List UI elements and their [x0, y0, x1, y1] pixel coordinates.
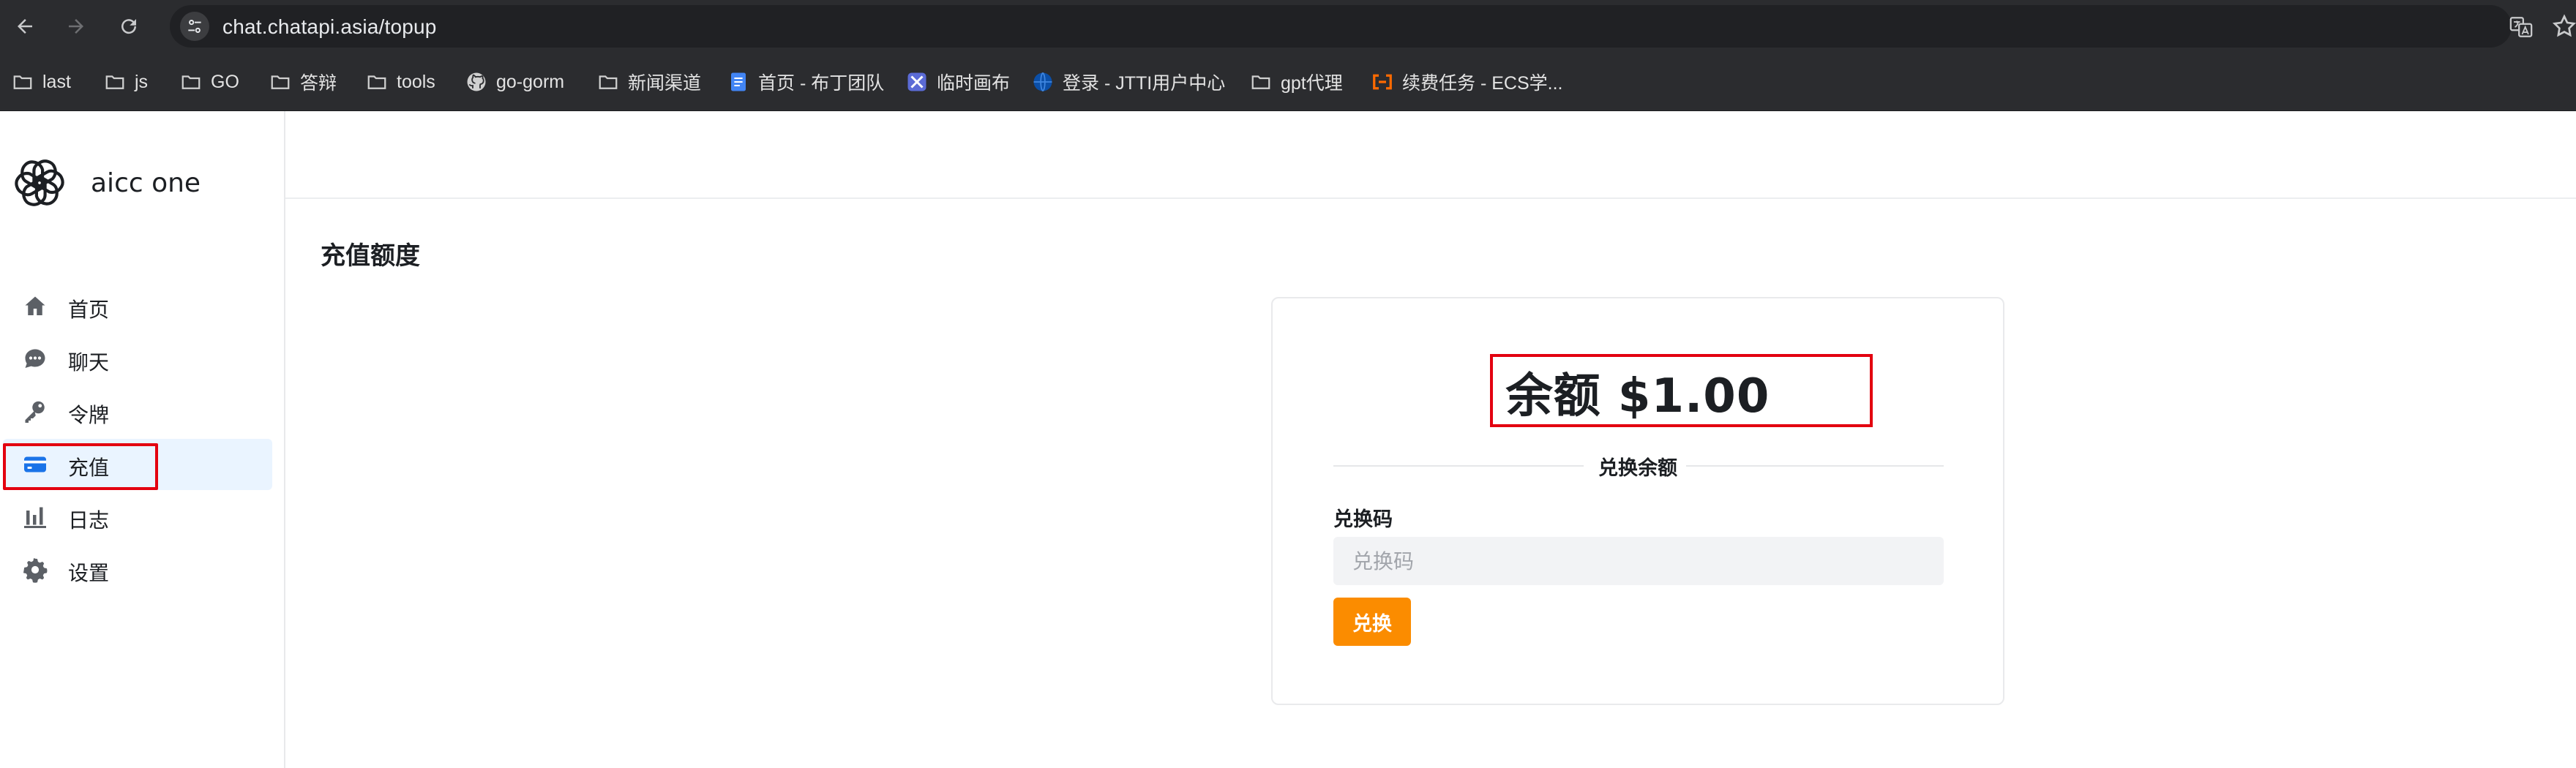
address-bar[interactable]: chat.chatapi.asia/topup — [170, 5, 2512, 48]
brand-name: aicc one — [91, 168, 201, 198]
bookmark-label: js — [135, 71, 149, 92]
folder-icon — [271, 75, 290, 89]
folder-icon — [13, 75, 32, 89]
sidebar: aicc one 首页 聊天 令牌 充值 日志 设置 — [0, 111, 285, 768]
bookmark-label: 续费任务 - ECS学... — [1402, 73, 1563, 94]
forward-button[interactable] — [60, 10, 92, 42]
bookmark-label: gpt代理 — [1281, 73, 1343, 94]
bookmark-item[interactable]: 首页 - 布丁团队 — [727, 67, 884, 97]
folder-icon — [181, 75, 201, 89]
sidebar-item-label: 令牌 — [68, 403, 110, 427]
globe-icon — [1033, 72, 1052, 92]
bookmark-label: 首页 - 布丁团队 — [758, 73, 885, 94]
bookmark-item[interactable]: tools — [366, 67, 435, 97]
sidebar-item-home[interactable]: 首页 — [3, 281, 272, 332]
sidebar-item-chat[interactable]: 聊天 — [3, 334, 272, 385]
key-icon — [25, 401, 45, 423]
bookmark-item[interactable]: 答辩 — [269, 67, 337, 97]
bookmark-star-icon[interactable] — [2551, 13, 2576, 39]
tune-icon — [188, 20, 201, 33]
app-root: aicc one 首页 聊天 令牌 充值 日志 设置 充值额度 余额 $1.00… — [0, 111, 2576, 768]
reload-icon — [121, 19, 137, 34]
bookmark-item[interactable]: gpt代理 — [1250, 67, 1343, 97]
redeem-code-input[interactable] — [1333, 537, 1944, 585]
folder-icon — [1251, 75, 1270, 89]
annotation-highlight-balance — [1490, 354, 1873, 427]
page-title: 充值额度 — [321, 241, 420, 271]
folder-icon — [105, 75, 124, 89]
site-info-button[interactable] — [180, 12, 209, 41]
browser-toolbar: chat.chatapi.asia/topup — [0, 0, 2576, 53]
folder-icon — [599, 75, 618, 89]
bookmark-label: 登录 - JTTI用户中心 — [1063, 73, 1226, 94]
home-icon — [25, 296, 45, 315]
back-button[interactable] — [9, 10, 41, 42]
canvas-icon — [907, 72, 926, 91]
bookmark-item[interactable]: go-gorm — [465, 67, 564, 97]
bookmark-item[interactable]: 续费任务 - ECS学... — [1371, 67, 1562, 97]
sidebar-item-logs[interactable]: 日志 — [3, 492, 272, 543]
translate-icon[interactable] — [2509, 15, 2534, 39]
folder-icon — [367, 75, 386, 89]
redeem-code-label: 兑换码 — [1333, 508, 1393, 531]
url-text[interactable]: chat.chatapi.asia/topup — [222, 15, 437, 39]
sidebar-item-label: 首页 — [68, 298, 110, 322]
redeem-section-title: 兑换余额 — [1598, 457, 1677, 480]
sidebar-item-label: 日志 — [68, 508, 110, 532]
chart-icon — [24, 507, 46, 528]
gear-icon — [23, 557, 48, 583]
bookmark-item[interactable]: 登录 - JTTI用户中心 — [1032, 67, 1225, 97]
aliyun-icon — [1373, 74, 1392, 90]
arrow-left-icon — [18, 19, 32, 34]
sidebar-item-label: 聊天 — [68, 350, 110, 374]
bookmark-item[interactable]: 临时画布 — [906, 67, 1010, 97]
annotation-highlight-topup — [3, 443, 158, 490]
bookmark-label: tools — [397, 71, 435, 92]
arrow-right-icon — [69, 19, 83, 34]
sidebar-item-label: 设置 — [68, 561, 110, 585]
doc-icon — [731, 72, 746, 91]
chat-icon — [25, 349, 45, 368]
github-icon — [467, 72, 486, 91]
bookmarks-bar: last js GO 答辩 tools go-gorm 新闻渠道 首页 - 布丁… — [0, 53, 2576, 111]
sidebar-item-tokens[interactable]: 令牌 — [3, 386, 272, 437]
openai-logo-icon — [12, 155, 67, 211]
bookmark-item[interactable]: GO — [180, 67, 239, 97]
topup-card: 余额 $1.00 兑换余额 兑换码 兑换 — [1271, 297, 2004, 705]
bookmark-label: go-gorm — [496, 71, 565, 92]
bookmark-item[interactable]: 新闻渠道 — [597, 67, 701, 97]
bookmark-label: 临时画布 — [937, 73, 1011, 94]
bookmark-label: last — [42, 71, 71, 92]
bookmark-label: 答辩 — [300, 73, 337, 94]
sidebar-item-settings[interactable]: 设置 — [3, 544, 272, 595]
bookmark-item[interactable]: js — [104, 67, 148, 97]
bookmark-label: 新闻渠道 — [628, 73, 702, 94]
redeem-button[interactable]: 兑换 — [1333, 598, 1411, 646]
bookmark-label: GO — [211, 71, 239, 92]
bookmark-item[interactable]: last — [12, 67, 71, 97]
header-divider — [285, 197, 2576, 199]
reload-button[interactable] — [113, 10, 145, 42]
